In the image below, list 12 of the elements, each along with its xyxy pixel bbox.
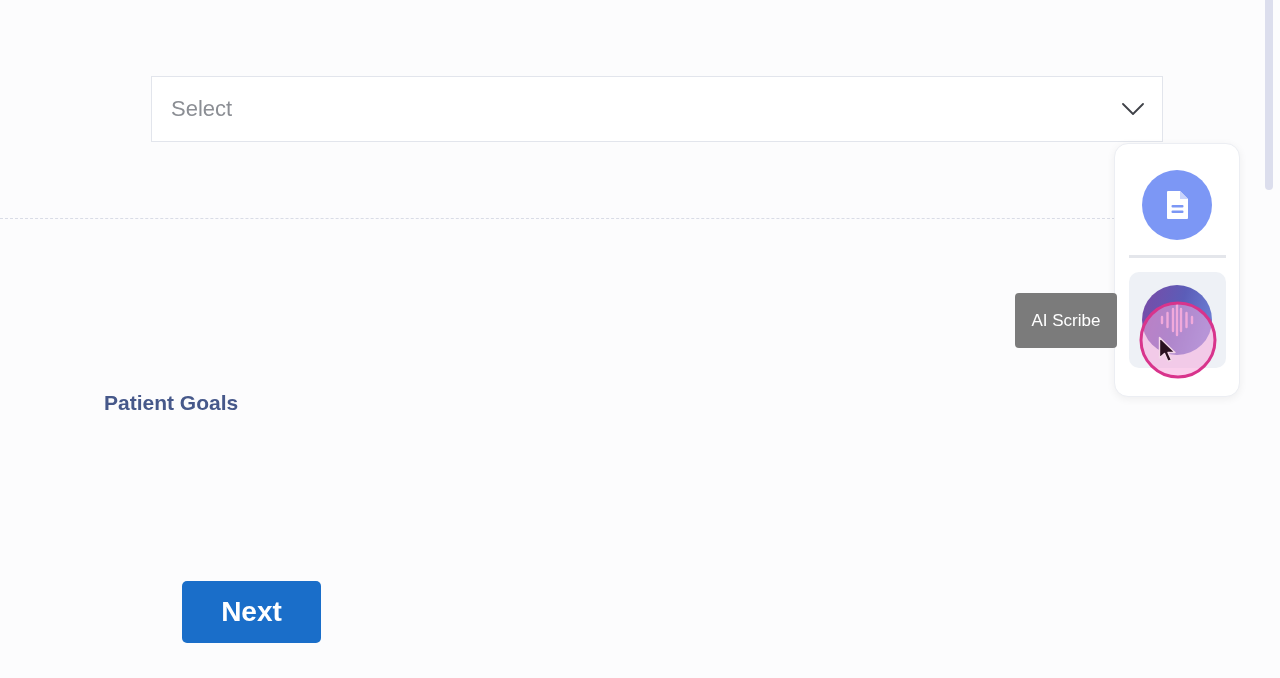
cursor-icon: [1158, 336, 1177, 363]
next-button[interactable]: Next: [182, 581, 321, 643]
scribe-button[interactable]: [1128, 272, 1226, 368]
waveform-icon: [1142, 285, 1212, 355]
tooltip: AI Scribe: [1015, 293, 1117, 348]
scrollbar-thumb[interactable]: [1265, 0, 1273, 190]
click-ring-icon: [1139, 301, 1217, 379]
select-field[interactable]: Select: [151, 76, 1163, 142]
document-button[interactable]: [1142, 170, 1212, 240]
chevron-down-icon: [1122, 103, 1144, 115]
section-title: Patient Goals: [104, 390, 239, 415]
document-icon: [1142, 170, 1212, 240]
